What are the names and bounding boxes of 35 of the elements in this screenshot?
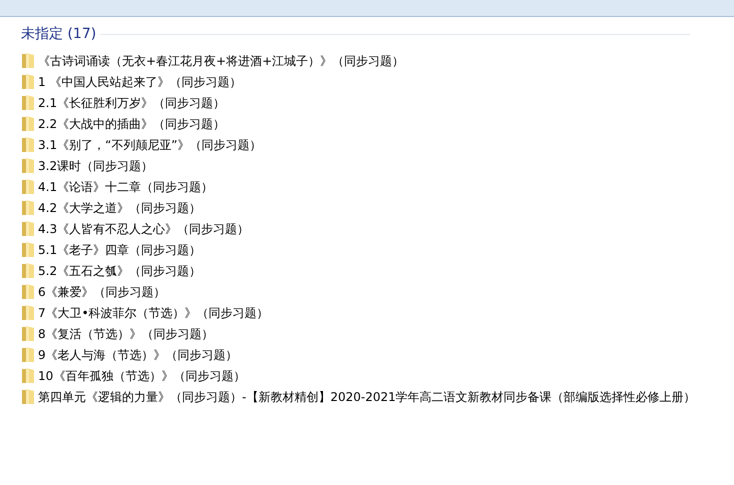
folder-icon bbox=[21, 262, 35, 279]
group-header[interactable]: 未指定 (17) bbox=[21, 25, 96, 43]
folder-name[interactable]: 《古诗词诵读（无衣+春江花月夜+将进酒+江城子）》（同步习题） bbox=[38, 52, 404, 68]
folder-icon bbox=[21, 346, 35, 363]
folder-icon bbox=[21, 73, 35, 90]
folder-icon bbox=[21, 199, 35, 216]
folder-icon bbox=[21, 325, 35, 342]
folder-name[interactable]: 8《复活（节选）》（同步习题） bbox=[38, 326, 214, 342]
folder-icon bbox=[21, 115, 35, 132]
folder-name[interactable]: 7《大卫•科波菲尔（节选）》（同步习题） bbox=[38, 304, 269, 320]
folder-name[interactable]: 2.1《长征胜利万岁》（同步习题） bbox=[38, 94, 226, 110]
folder-name[interactable]: 3.1《别了，“不列颠尼亚”》（同步习题） bbox=[38, 136, 262, 152]
folder-name[interactable]: 10《百年孤独（节选）》（同步习题） bbox=[38, 368, 246, 384]
folder-icon bbox=[21, 304, 35, 321]
folder-icon bbox=[21, 52, 35, 69]
folder-icon bbox=[21, 283, 35, 300]
folder-icon bbox=[21, 388, 35, 405]
folder-name[interactable]: 2.2《大战中的插曲》（同步习题） bbox=[38, 116, 226, 132]
folder-icon bbox=[21, 367, 35, 384]
folder-name[interactable]: 3.2课时（同步习题） bbox=[38, 158, 154, 174]
folder-name[interactable]: 4.1《论语》十二章（同步习题） bbox=[38, 178, 214, 194]
folder-icon bbox=[21, 178, 35, 195]
folder-icon bbox=[21, 220, 35, 237]
folder-name[interactable]: 4.2《大学之道》（同步习题） bbox=[38, 200, 202, 216]
folder-icon bbox=[21, 241, 35, 258]
folder-name[interactable]: 4.3《人皆有不忍人之心》（同步习题） bbox=[38, 220, 250, 236]
folder-name[interactable]: 5.1《老子》四章（同步习题） bbox=[38, 242, 202, 258]
folder-name[interactable]: 9《老人与海（节选）》（同步习题） bbox=[38, 346, 238, 362]
folder-icon bbox=[21, 94, 35, 111]
folder-icon bbox=[21, 157, 35, 174]
folder-name[interactable]: 6《兼爱》（同步习题） bbox=[38, 284, 166, 300]
folder-name[interactable]: 5.2《五石之瓠》（同步习题） bbox=[38, 262, 202, 278]
folder-name[interactable]: 1 《中国人民站起来了》（同步习题） bbox=[38, 74, 242, 90]
folder-name[interactable]: 第四单元《逻辑的力量》（同步习题）-【新教材精创】2020-2021学年高二语文新教材同步备课（部编版选择性必修上册） bbox=[38, 388, 696, 404]
folder-icon bbox=[21, 136, 35, 153]
